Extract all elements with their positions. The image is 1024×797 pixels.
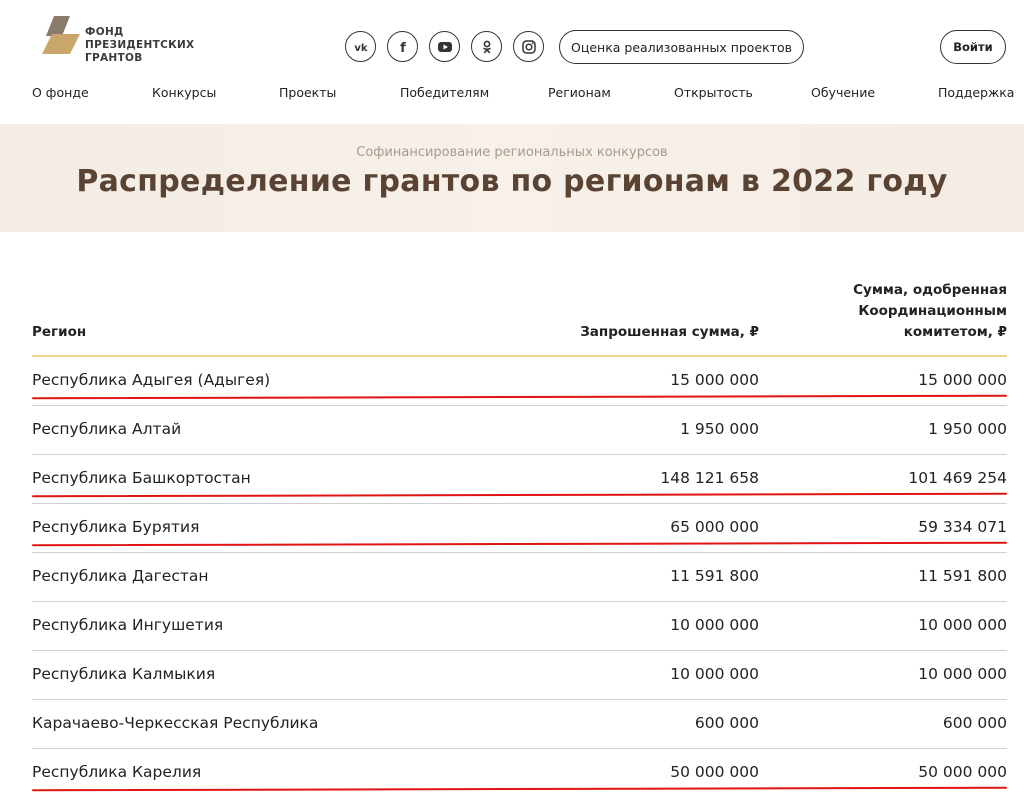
- table-row: Республика Калмыкия 10 000 000 10 000 000: [32, 651, 1007, 700]
- red-underline-annotation: [31, 786, 1008, 792]
- column-header-requested: Запрошенная сумма, ₽: [580, 324, 759, 340]
- page-title: Распределение грантов по регионам в 2022…: [76, 164, 948, 199]
- social-links: vk f: [345, 31, 544, 63]
- region-cell: Карачаево-Черкесская Республика: [32, 714, 319, 732]
- red-underline-annotation: [31, 492, 1008, 498]
- table-body: Республика Адыгея (Адыгея) 15 000 000 15 0…: [31, 357, 1008, 797]
- requested-amount-cell: 65 000 000: [670, 518, 759, 536]
- site-header: ФОНД ПРЕЗИДЕНТСКИХ ГРАНТОВ vk f Оценка р…: [0, 0, 1024, 124]
- table-row: Республика Бурятия 65 000 000 59 334 071: [31, 504, 1008, 553]
- approved-amount-cell: 101 469 254: [908, 469, 1007, 487]
- table-row: Карачаево-Черкесская Республика 600 000 60…: [32, 700, 1007, 749]
- approved-amount-cell: 50 000 000: [918, 763, 1007, 781]
- table-row: Республика Адыгея (Адыгея) 15 000 000 15 0…: [31, 357, 1008, 406]
- requested-amount-cell: 10 000 000: [670, 665, 759, 683]
- table-header: Регион Запрошенная сумма, ₽ Сумма, одобр…: [32, 232, 1007, 357]
- region-cell: Республика Алтай: [32, 420, 182, 438]
- nav-item-about[interactable]: О фонде: [32, 85, 89, 100]
- table-row: Республика Дагестан 11 591 800 11 591 800: [32, 553, 1007, 602]
- approved-amount-cell: 10 000 000: [918, 616, 1007, 634]
- table-row: Республика Башкортостан 148 121 658 101 46…: [31, 455, 1008, 504]
- approved-amount-cell: 10 000 000: [918, 665, 1007, 683]
- requested-amount-cell: 10 000 000: [670, 616, 759, 634]
- table-row: Республика Алтай 1 950 000 1 950 000: [32, 406, 1007, 455]
- region-cell: Республика Калмыкия: [32, 665, 216, 683]
- logo[interactable]: ФОНД ПРЕЗИДЕНТСКИХ ГРАНТОВ: [40, 14, 200, 66]
- requested-amount-cell: 600 000: [694, 714, 759, 732]
- requested-amount-cell: 148 121 658: [660, 469, 759, 487]
- region-cell: Республика Ингушетия: [32, 616, 224, 634]
- region-cell: Республика Башкортостан: [32, 469, 251, 487]
- approved-amount-cell: 59 334 071: [918, 518, 1007, 536]
- column-header-region: Регион: [32, 324, 87, 340]
- table-row: Республика Карелия 50 000 000 50 000 000: [31, 749, 1008, 797]
- nav-item-support[interactable]: Поддержка: [938, 85, 1014, 100]
- red-underline-annotation: [31, 541, 1008, 547]
- requested-amount-cell: 15 000 000: [670, 371, 759, 389]
- odnoklassniki-icon[interactable]: [471, 31, 502, 62]
- approved-amount-cell: 11 591 800: [918, 567, 1007, 585]
- facebook-icon[interactable]: f: [387, 31, 418, 62]
- svg-text:f: f: [400, 41, 406, 55]
- svg-text:vk: vk: [354, 43, 368, 54]
- page-subtitle: Софинансирование региональных конкурсов: [356, 145, 668, 160]
- logo-text: ФОНД ПРЕЗИДЕНТСКИХ ГРАНТОВ: [85, 26, 195, 64]
- approved-amount-cell: 600 000: [942, 714, 1007, 732]
- region-cell: Республика Карелия: [32, 763, 202, 781]
- requested-amount-cell: 11 591 800: [670, 567, 759, 585]
- region-cell: Республика Бурятия: [32, 518, 200, 536]
- main-nav: О фонде Конкурсы Проекты Победителям Рег…: [32, 85, 1014, 105]
- requested-amount-cell: 1 950 000: [680, 420, 759, 438]
- nav-item-openness[interactable]: Открытость: [674, 85, 753, 100]
- instagram-icon[interactable]: [513, 31, 544, 62]
- region-cell: Республика Дагестан: [32, 567, 209, 585]
- evaluate-projects-button[interactable]: Оценка реализованных проектов: [559, 30, 804, 64]
- approved-amount-cell: 1 950 000: [928, 420, 1007, 438]
- nav-item-education[interactable]: Обучение: [811, 85, 875, 100]
- approved-amount-cell: 15 000 000: [918, 371, 1007, 389]
- nav-item-projects[interactable]: Проекты: [279, 85, 336, 100]
- grants-table: Регион Запрошенная сумма, ₽ Сумма, одобр…: [31, 232, 1008, 797]
- nav-item-contests[interactable]: Конкурсы: [152, 85, 216, 100]
- column-header-approved: Сумма, одобренная Координационным комите…: [853, 282, 1007, 340]
- page-banner: Софинансирование региональных конкурсов …: [0, 124, 1024, 232]
- red-underline-annotation: [31, 394, 1008, 400]
- nav-item-winners[interactable]: Победителям: [400, 85, 489, 100]
- requested-amount-cell: 50 000 000: [670, 763, 759, 781]
- youtube-icon[interactable]: [429, 31, 460, 62]
- region-cell: Республика Адыгея (Адыгея): [32, 371, 271, 389]
- vk-icon[interactable]: vk: [345, 31, 376, 62]
- logo-mark-icon: [42, 16, 80, 54]
- nav-item-regions[interactable]: Регионам: [548, 85, 611, 100]
- login-button[interactable]: Войти: [940, 30, 1006, 64]
- table-row: Республика Ингушетия 10 000 000 10 000 000: [32, 602, 1007, 651]
